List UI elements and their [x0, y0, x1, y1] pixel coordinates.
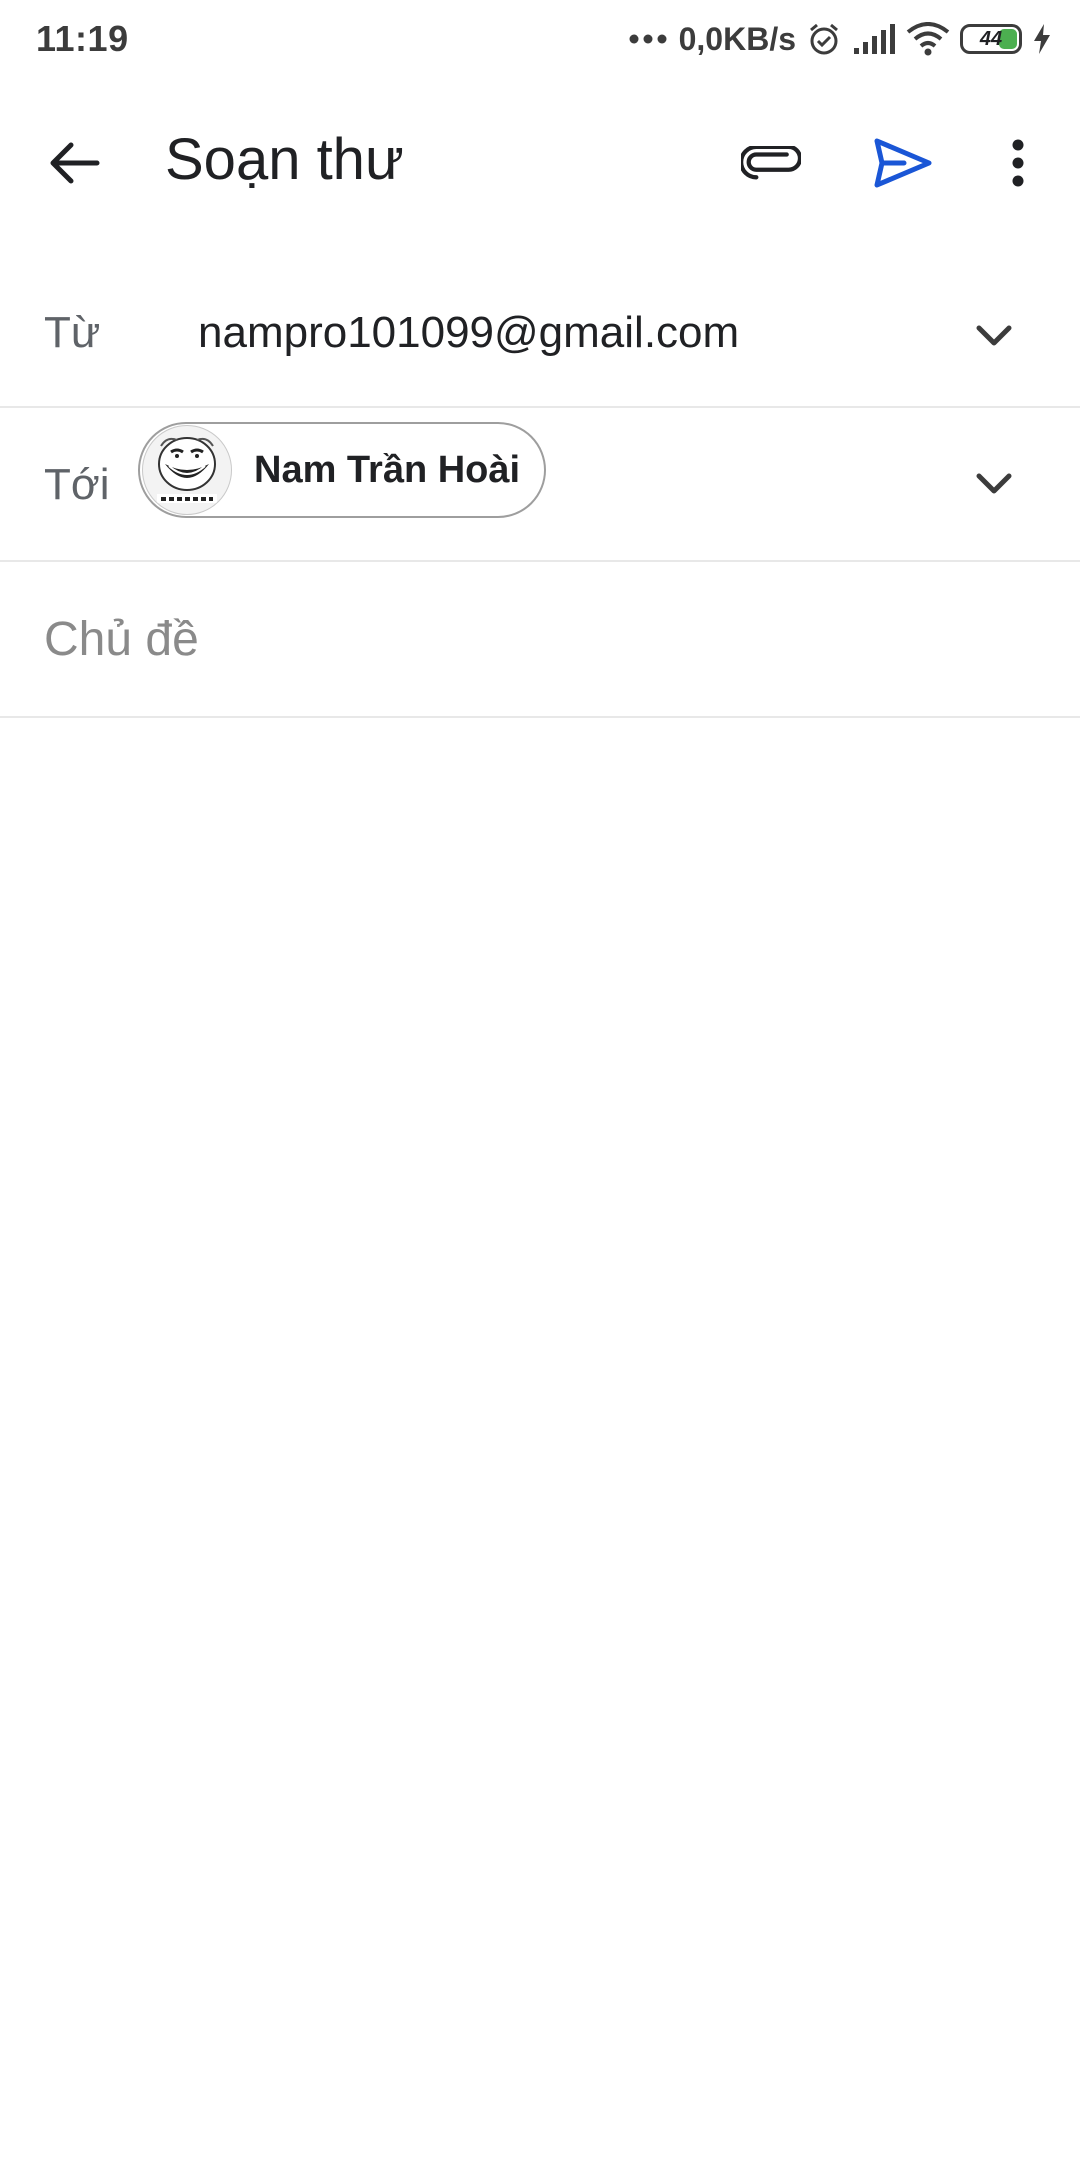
from-account[interactable]: nampro101099@gmail.com [198, 308, 739, 358]
battery-icon: 44 [960, 24, 1022, 54]
status-icons: 0,0KB/s 44 [629, 21, 1052, 58]
from-label: Từ [44, 308, 101, 357]
back-button[interactable] [40, 135, 110, 195]
to-row: Tới Nam Trần Hoài [0, 408, 1080, 562]
chevron-down-icon [976, 325, 1012, 352]
signal-icon [852, 22, 896, 56]
from-expand-button[interactable] [964, 308, 1024, 368]
compose-body[interactable] [0, 718, 1080, 2160]
recipient-chip[interactable]: Nam Trần Hoài [138, 422, 546, 518]
send-button[interactable] [868, 130, 938, 200]
from-row: Từ nampro101099@gmail.com [0, 270, 1080, 408]
attach-button[interactable] [736, 130, 806, 200]
to-expand-button[interactable] [964, 456, 1024, 516]
more-options-button[interactable] [983, 130, 1053, 200]
status-bar: 11:19 0,0KB/s 44 [0, 0, 1080, 78]
battery-level: 44 [979, 27, 1003, 50]
send-icon [874, 138, 932, 193]
to-label: Tới [44, 460, 110, 509]
dots-icon [629, 33, 669, 45]
network-speed: 0,0KB/s [678, 20, 796, 57]
avatar [142, 425, 232, 515]
recipient-name: Nam Trần Hoài [254, 448, 521, 491]
wifi-icon [906, 22, 950, 56]
chevron-down-icon [976, 473, 1012, 500]
status-time: 11:19 [36, 18, 129, 59]
subject-input[interactable]: Chủ đề [44, 612, 199, 667]
charging-icon [1032, 23, 1052, 55]
arrow-back-icon [49, 141, 101, 190]
alarm-icon [806, 21, 842, 57]
more-vert-icon [1010, 139, 1026, 192]
app-bar: Soạn thư [0, 100, 1080, 230]
subject-row[interactable]: Chủ đề [0, 562, 1080, 718]
paperclip-icon [739, 144, 803, 185]
page-title: Soạn thư [165, 127, 404, 192]
